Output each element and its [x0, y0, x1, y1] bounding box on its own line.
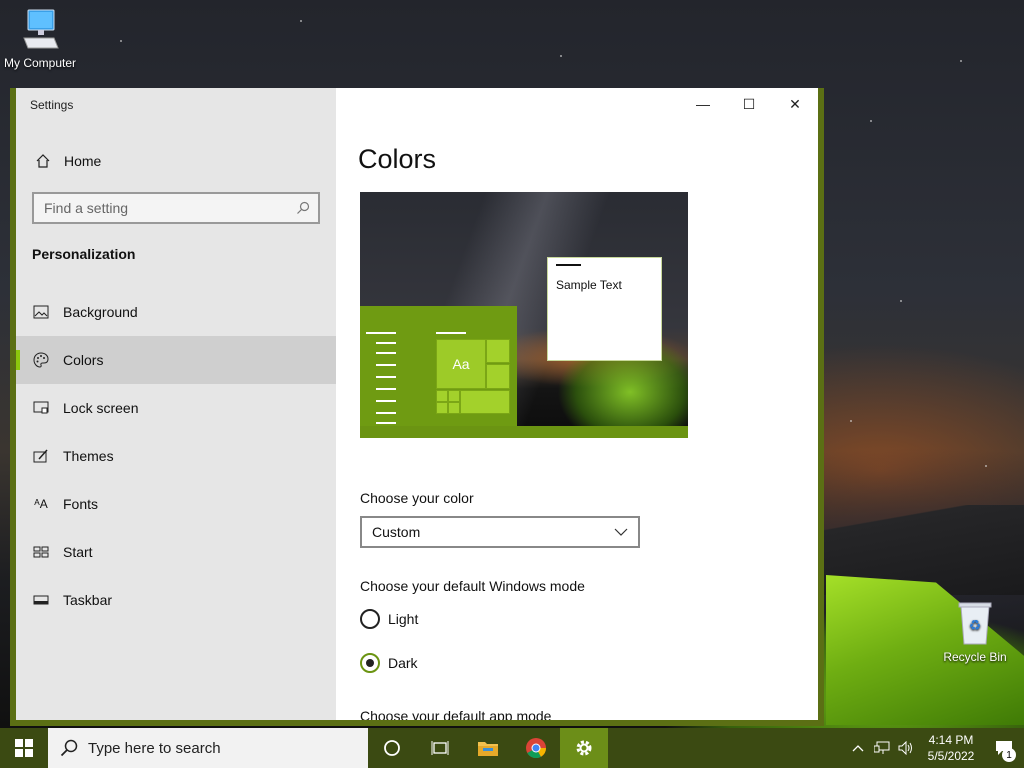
chevron-down-icon: [614, 528, 628, 536]
close-button[interactable]: ✕: [772, 88, 818, 120]
settings-window: Settings Home Find a setting Personaliza…: [10, 88, 824, 726]
color-select-value: Custom: [372, 524, 421, 540]
home-icon: [36, 154, 50, 168]
windows-mode-label: Choose your default Windows mode: [360, 578, 585, 594]
nav-home-label: Home: [64, 153, 102, 169]
section-title: Personalization: [32, 246, 136, 262]
radio-button[interactable]: [360, 609, 380, 629]
radio-dark[interactable]: Dark: [360, 653, 418, 673]
settings-taskbar-button[interactable]: [560, 728, 608, 768]
desktop-icon-recycle-bin[interactable]: ♻ Recycle Bin: [935, 600, 1015, 664]
choose-color-label: Choose your color: [360, 490, 474, 506]
chrome-icon: [526, 738, 547, 759]
search-placeholder: Find a setting: [44, 200, 129, 216]
start-button[interactable]: [0, 728, 48, 768]
palette-icon: [32, 351, 50, 369]
desktop-icon-my-computer[interactable]: My Computer: [0, 8, 80, 70]
cortana-icon: [384, 740, 400, 756]
taskbar: Type here to search 4:14 PM 5/5/2022 1: [0, 728, 1024, 768]
color-select[interactable]: Custom: [360, 516, 640, 548]
cortana-button[interactable]: [368, 728, 416, 768]
taskbar-search-box[interactable]: Type here to search: [48, 728, 368, 768]
clock-date: 5/5/2022: [927, 749, 975, 763]
page-title: Colors: [358, 144, 437, 174]
colors-content-pane: — ☐ ✕ Colors Aa Sample Text Choose your …: [336, 88, 818, 720]
nav-item-label: Colors: [63, 352, 104, 368]
folder-icon: [478, 742, 498, 756]
radio-label: Dark: [388, 655, 418, 671]
action-center-button[interactable]: 1: [984, 728, 1024, 768]
recycle-bin-icon: ♻: [958, 602, 992, 645]
nav-home[interactable]: Home: [16, 146, 336, 176]
task-view-icon: [431, 741, 449, 755]
radio-button[interactable]: [360, 653, 380, 673]
chrome-button[interactable]: [512, 728, 560, 768]
nav-item-colors[interactable]: Colors: [16, 336, 336, 384]
minimize-button[interactable]: —: [680, 88, 726, 120]
nav-item-fonts[interactable]: ᴬA Fonts: [16, 480, 336, 528]
search-icon: [60, 739, 78, 757]
app-mode-label: Choose your default app mode: [360, 708, 552, 720]
preview-window: Sample Text: [547, 257, 662, 361]
svg-text:♻: ♻: [969, 617, 982, 633]
fonts-icon: ᴬA: [34, 497, 48, 511]
nav-item-label: Taskbar: [63, 592, 113, 608]
nav-item-label: Background: [63, 304, 138, 320]
system-tray: 4:14 PM 5/5/2022 1: [846, 728, 1024, 768]
radio-label: Light: [388, 611, 419, 627]
nav-item-label: Fonts: [63, 496, 99, 512]
start-icon: [32, 543, 50, 561]
maximize-button[interactable]: ☐: [726, 88, 772, 120]
task-view-button[interactable]: [416, 728, 464, 768]
nav-item-start[interactable]: Start: [16, 528, 336, 576]
network-icon[interactable]: [870, 728, 894, 768]
nav-item-themes[interactable]: Themes: [16, 432, 336, 480]
preview-taskbar: [360, 426, 688, 438]
radio-light[interactable]: Light: [360, 609, 418, 629]
nav-item-lock-screen[interactable]: Lock screen: [16, 384, 336, 432]
nav-item-taskbar[interactable]: Taskbar: [16, 576, 336, 624]
nav-item-label: Lock screen: [63, 400, 139, 416]
settings-nav-pane: Settings Home Find a setting Personaliza…: [16, 88, 336, 720]
window-title: Settings: [30, 98, 74, 112]
themes-icon: [32, 447, 50, 465]
find-setting-input[interactable]: Find a setting: [32, 192, 320, 224]
chevron-up-icon[interactable]: [846, 728, 870, 768]
taskbar-search-placeholder: Type here to search: [88, 739, 221, 757]
preview-sample-text: Sample Text: [556, 278, 622, 292]
personalization-nav-list: Background Colors Lock screen Themes ᴬA …: [16, 288, 336, 624]
clock-time: 4:14 PM: [928, 733, 974, 747]
image-icon: [32, 303, 50, 321]
windows-logo-icon: [15, 739, 33, 757]
color-preview: Aa Sample Text: [360, 192, 688, 438]
desktop-icon-label: Recycle Bin: [943, 650, 1007, 664]
lock-screen-icon: [32, 399, 50, 417]
taskbar-icon: [32, 591, 50, 609]
preview-tile: Aa: [436, 339, 486, 389]
notification-badge: 1: [1002, 748, 1016, 762]
file-explorer-button[interactable]: [464, 728, 512, 768]
computer-icon: [23, 9, 59, 49]
nav-item-background[interactable]: Background: [16, 288, 336, 336]
gear-icon: [576, 740, 592, 756]
volume-icon[interactable]: [894, 728, 918, 768]
nav-item-label: Start: [63, 544, 93, 560]
window-controls: — ☐ ✕: [680, 88, 818, 120]
clock[interactable]: 4:14 PM 5/5/2022: [918, 732, 984, 764]
desktop-icon-label: My Computer: [3, 56, 77, 70]
search-icon: [297, 201, 310, 214]
nav-item-label: Themes: [63, 448, 114, 464]
